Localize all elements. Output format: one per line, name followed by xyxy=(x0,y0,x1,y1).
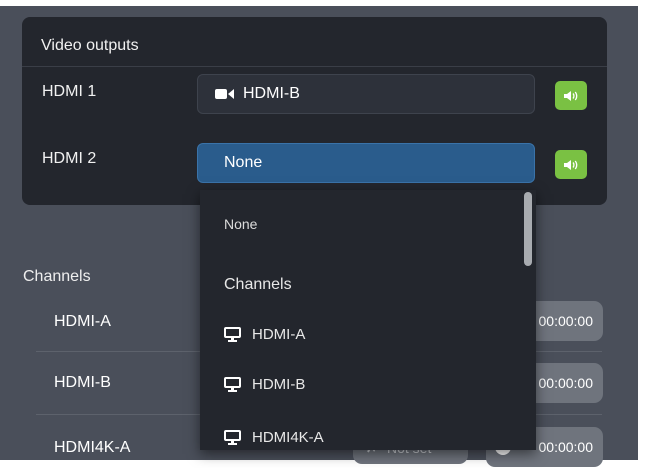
audio-toggle-hdmi1[interactable] xyxy=(555,81,587,110)
speaker-icon xyxy=(564,90,578,101)
window-top-edge xyxy=(0,0,647,6)
dropdown-option-label: HDMI-B xyxy=(252,376,306,393)
output-select-hdmi2[interactable]: None xyxy=(197,143,535,183)
dropdown-option-hdmi-a[interactable]: HDMI-A xyxy=(224,326,305,343)
channel-time: 00:00:00 xyxy=(538,439,594,455)
window-right-edge xyxy=(638,0,647,468)
channels-title: Channels xyxy=(23,268,91,285)
monitor-icon xyxy=(224,327,241,342)
output-label-hdmi2: HDMI 2 xyxy=(42,150,97,167)
video-outputs-title: Video outputs xyxy=(41,37,139,54)
output-select-hdmi1[interactable]: HDMI-B xyxy=(197,74,535,114)
channel-time: 00:00:00 xyxy=(538,313,594,329)
dropdown-group-channels: Channels xyxy=(224,276,292,293)
monitor-icon xyxy=(224,377,241,392)
dropdown-option-hdmi-b[interactable]: HDMI-B xyxy=(224,376,305,393)
output-label-hdmi1: HDMI 1 xyxy=(42,83,97,100)
output-select-hdmi2-value: None xyxy=(224,154,263,171)
channel-time: 00:00:00 xyxy=(538,375,594,391)
audio-toggle-hdmi2[interactable] xyxy=(555,150,587,179)
channel-name-hdmi-a: HDMI-A xyxy=(54,313,111,330)
dropdown-option-label: HDMI-A xyxy=(252,326,306,343)
output-select-hdmi1-value: HDMI-B xyxy=(243,85,300,102)
video-outputs-panel: Video outputs HDMI 1 HDMI-B HDMI 2 None xyxy=(22,17,607,205)
panel-divider xyxy=(22,66,607,67)
channel-name-hdmi4k-a: HDMI4K-A xyxy=(54,439,131,456)
output-dropdown-menu: None Channels HDMI-A HDMI-B HDMI4K-A xyxy=(200,190,536,450)
channel-name-hdmi-b: HDMI-B xyxy=(54,374,111,391)
dropdown-option-hdmi4k-a[interactable]: HDMI4K-A xyxy=(224,429,324,446)
dropdown-option-none[interactable]: None xyxy=(224,216,257,232)
camera-icon xyxy=(215,89,234,99)
speaker-icon xyxy=(564,159,578,170)
dropdown-option-label: HDMI4K-A xyxy=(252,429,324,446)
dropdown-scrollbar[interactable] xyxy=(524,192,532,266)
monitor-icon xyxy=(224,430,241,445)
